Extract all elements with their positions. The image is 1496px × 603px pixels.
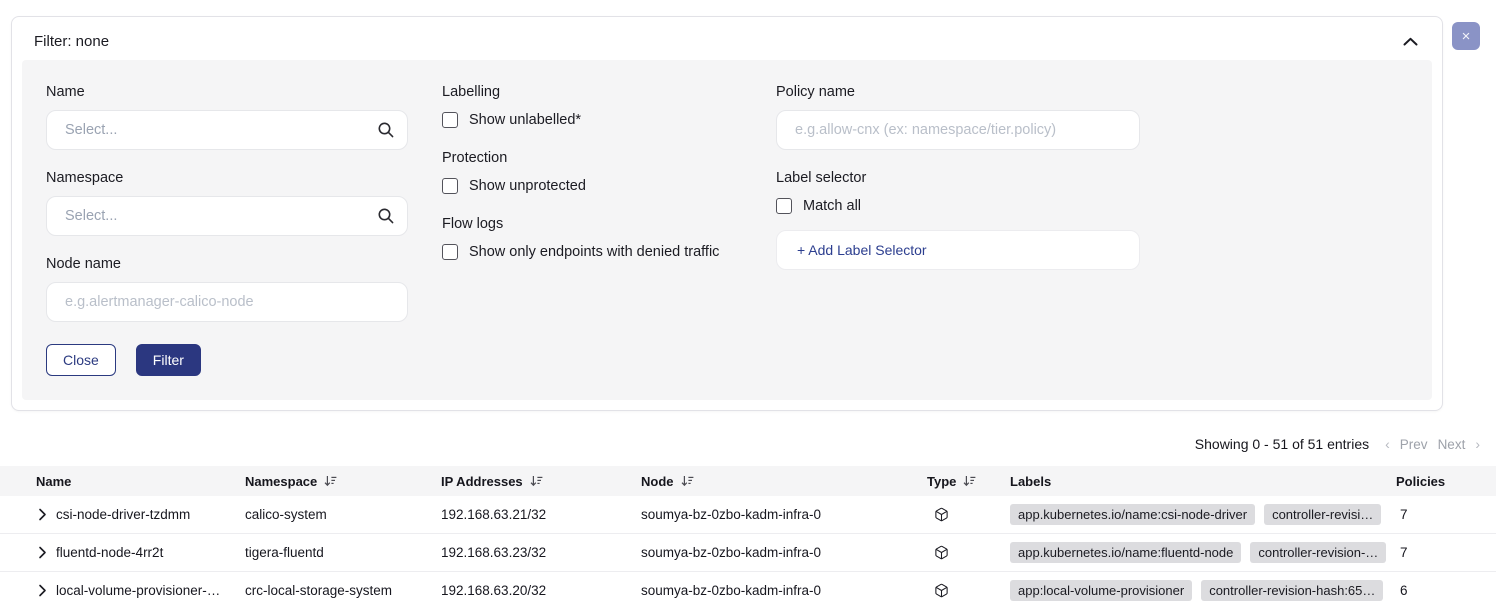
endpoint-namespace: crc-local-storage-system [245,583,441,598]
column-header-namespace[interactable]: Namespace [245,474,441,489]
label-chip[interactable]: controller-revision-… [1250,542,1386,563]
flow-logs-heading: Flow logs [442,216,742,232]
endpoint-name[interactable]: csi-node-driver-tzdmm [56,507,190,522]
collapse-filter-button[interactable] [1401,35,1420,48]
table-row: csi-node-driver-tzdmm calico-system 192.… [0,496,1496,534]
table-row: local-volume-provisioner-… crc-local-sto… [0,572,1496,603]
filter-column-right: Policy name Label selector Match all + A… [776,84,1140,270]
node-name-input[interactable] [46,282,408,322]
filter-panel-title: Filter: none [34,33,109,50]
column-header-ip-addresses[interactable]: IP Addresses [441,474,641,489]
node-name-field-label: Node name [46,256,408,272]
filter-panel-header: Filter: none [22,27,1432,60]
label-chip[interactable]: app.kubernetes.io/name:fluentd-node [1010,542,1241,563]
dismiss-filter-button[interactable]: × [1452,22,1480,50]
endpoint-ip: 192.168.63.23/32 [441,545,641,560]
expand-row-chevron-right-icon[interactable] [38,546,47,559]
show-unprotected-label: Show unprotected [469,178,586,194]
entries-summary: Showing 0 - 51 of 51 entries [1195,436,1369,452]
denied-traffic-label: Show only endpoints with denied traffic [469,244,719,260]
table-header-row: Name Namespace IP Addresses Node [0,466,1496,496]
denied-traffic-option: Show only endpoints with denied traffic [442,244,742,260]
filter-column-left: Name Namespace [46,84,408,376]
filter-button[interactable]: Filter [136,344,201,376]
label-chip[interactable]: controller-revisi… [1264,504,1381,525]
match-all-checkbox[interactable] [776,198,792,214]
protection-heading: Protection [442,150,742,166]
policies-count: 7 [1396,507,1496,522]
show-unlabelled-label: Show unlabelled* [469,112,581,128]
endpoint-ip: 192.168.63.21/32 [441,507,641,522]
labelling-heading: Labelling [442,84,742,100]
namespace-select-input[interactable] [46,196,408,236]
policy-name-field-label: Policy name [776,84,1140,100]
pod-type-icon [927,545,1004,560]
expand-row-chevron-right-icon[interactable] [38,508,47,521]
name-filter-field: Name [46,84,408,150]
policy-name-input[interactable] [776,110,1140,150]
match-all-label: Match all [803,198,861,214]
pagination-bar: Showing 0 - 51 of 51 entries ‹ Prev Next… [0,411,1496,457]
prev-chevron-icon[interactable]: ‹ [1385,436,1390,452]
sort-icon[interactable] [681,475,694,487]
filter-panel: Filter: none Name [11,16,1443,411]
prev-page-button[interactable]: Prev [1400,437,1428,452]
endpoints-table: Name Namespace IP Addresses Node [0,466,1496,603]
endpoint-name[interactable]: local-volume-provisioner-… [56,583,220,598]
column-header-type[interactable]: Type [927,474,1004,489]
close-button[interactable]: Close [46,344,116,376]
policy-name-filter-field: Policy name [776,84,1140,150]
table-row: fluentd-node-4rr2t tigera-fluentd 192.16… [0,534,1496,572]
filter-row: Filter: none Name [0,0,1496,411]
sort-icon[interactable] [963,475,976,487]
policies-count: 7 [1396,545,1496,560]
denied-traffic-checkbox[interactable] [442,244,458,260]
next-page-button[interactable]: Next [1438,437,1466,452]
label-chip[interactable]: app:local-volume-provisioner [1010,580,1192,601]
policies-count: 6 [1396,583,1496,598]
filter-actions: Close Filter [46,344,408,376]
add-label-selector-button[interactable]: + Add Label Selector [776,230,1140,270]
column-header-policies[interactable]: Policies [1396,474,1496,489]
endpoint-node: soumya-bz-0zbo-kadm-infra-0 [641,545,927,560]
label-chip[interactable]: controller-revision-hash:65… [1201,580,1383,601]
label-chip[interactable]: app.kubernetes.io/name:csi-node-driver [1010,504,1255,525]
pager: ‹ Prev Next › [1385,436,1480,452]
show-unlabelled-checkbox[interactable] [442,112,458,128]
namespace-field-label: Namespace [46,170,408,186]
show-unprotected-option: Show unprotected [442,178,742,194]
pod-type-icon [927,583,1004,598]
endpoint-name[interactable]: fluentd-node-4rr2t [56,545,163,560]
expand-row-chevron-right-icon[interactable] [38,584,47,597]
pod-type-icon [927,507,1004,522]
column-header-name[interactable]: Name [0,474,245,489]
search-icon [377,121,395,139]
match-all-option: Match all [776,198,1140,214]
sort-icon[interactable] [530,475,543,487]
name-select-input[interactable] [46,110,408,150]
column-header-labels[interactable]: Labels [1004,474,1396,489]
filter-form: Name Namespace [22,60,1432,400]
endpoint-ip: 192.168.63.20/32 [441,583,641,598]
endpoints-page: Filter: none Name [0,0,1496,603]
endpoint-namespace: calico-system [245,507,441,522]
endpoint-namespace: tigera-fluentd [245,545,441,560]
search-icon [377,207,395,225]
show-unprotected-checkbox[interactable] [442,178,458,194]
sort-icon[interactable] [324,475,337,487]
show-unlabelled-option: Show unlabelled* [442,112,742,128]
next-chevron-icon[interactable]: › [1475,436,1480,452]
node-name-filter-field: Node name [46,256,408,322]
endpoint-node: soumya-bz-0zbo-kadm-infra-0 [641,507,927,522]
filter-column-middle: Labelling Show unlabelled* Protection Sh… [442,84,742,282]
endpoint-node: soumya-bz-0zbo-kadm-infra-0 [641,583,927,598]
close-icon: × [1462,28,1471,45]
column-header-node[interactable]: Node [641,474,927,489]
label-selector-heading: Label selector [776,170,1140,186]
namespace-filter-field: Namespace [46,170,408,236]
name-field-label: Name [46,84,408,100]
chevron-up-icon [1403,37,1418,46]
